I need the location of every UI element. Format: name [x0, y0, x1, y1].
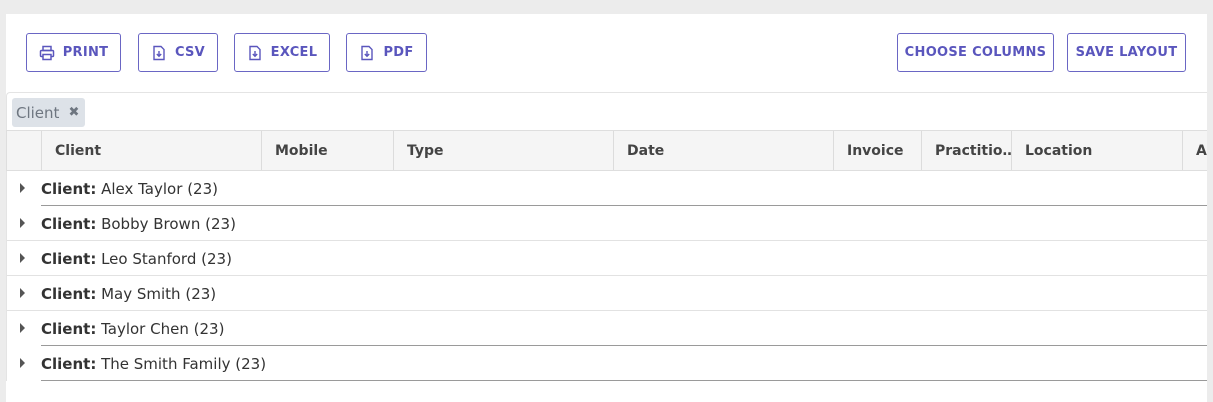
- excel-button[interactable]: EXCEL: [234, 33, 330, 72]
- column-header-mobile[interactable]: Mobile: [261, 131, 393, 170]
- column-header-location[interactable]: Location: [1011, 131, 1182, 170]
- file-export-icon: [153, 45, 165, 60]
- column-header-invoice[interactable]: Invoice: [833, 131, 921, 170]
- save-layout-label: SAVE LAYOUT: [1075, 45, 1178, 60]
- grid-card: PRINT CSV EXCEL PDF CHOOSE COLUMNS SAVE …: [6, 14, 1207, 402]
- toolbar: PRINT CSV EXCEL PDF CHOOSE COLUMNS SAVE …: [6, 14, 1207, 92]
- group-row-text: Client: Alex Taylor (23): [41, 179, 218, 198]
- group-rows: Client: Alex Taylor (23) Client: Bobby B…: [6, 171, 1207, 381]
- file-export-icon: [361, 45, 374, 60]
- group-row[interactable]: Client: The Smith Family (23): [7, 346, 1207, 381]
- group-by-panel: Client ✖: [6, 92, 1207, 130]
- group-row[interactable]: Client: May Smith (23): [7, 276, 1207, 311]
- group-chip-client[interactable]: Client ✖: [12, 98, 86, 127]
- caret-right-icon[interactable]: [20, 183, 25, 193]
- group-row-text: Client: Bobby Brown (23): [41, 214, 236, 233]
- group-row[interactable]: Client: Bobby Brown (23): [7, 206, 1207, 241]
- group-chip-label: Client: [16, 103, 60, 122]
- group-row[interactable]: Client: Leo Stanford (23): [7, 241, 1207, 276]
- choose-columns-label: CHOOSE COLUMNS: [904, 45, 1047, 60]
- print-button[interactable]: PRINT: [26, 33, 121, 72]
- pdf-label: PDF: [383, 45, 414, 60]
- column-header-practitioner[interactable]: Practitio…: [921, 131, 1011, 170]
- column-header-client[interactable]: Client: [41, 131, 261, 170]
- column-header-truncated[interactable]: A: [1182, 131, 1208, 170]
- caret-right-icon[interactable]: [20, 218, 25, 228]
- excel-label: EXCEL: [270, 45, 318, 60]
- save-layout-button[interactable]: SAVE LAYOUT: [1067, 33, 1186, 72]
- caret-right-icon[interactable]: [20, 323, 25, 333]
- printer-icon: [39, 45, 54, 60]
- caret-right-icon[interactable]: [20, 288, 25, 298]
- csv-button[interactable]: CSV: [138, 33, 218, 72]
- choose-columns-button[interactable]: CHOOSE COLUMNS: [897, 33, 1054, 72]
- group-row-text: Client: The Smith Family (23): [41, 354, 267, 373]
- csv-label: CSV: [174, 45, 206, 60]
- caret-right-icon[interactable]: [20, 253, 25, 263]
- group-row-text: Client: May Smith (23): [41, 284, 217, 303]
- caret-right-icon[interactable]: [20, 358, 25, 368]
- group-row[interactable]: Client: Taylor Chen (23): [7, 311, 1207, 346]
- group-row-text: Client: Leo Stanford (23): [41, 249, 232, 268]
- column-header-date[interactable]: Date: [613, 131, 833, 170]
- pdf-button[interactable]: PDF: [346, 33, 427, 72]
- group-row-text: Client: Taylor Chen (23): [41, 319, 225, 338]
- column-header-type[interactable]: Type: [393, 131, 613, 170]
- print-label: PRINT: [62, 45, 109, 60]
- column-header-row: Client Mobile Type Date Invoice Practiti…: [6, 130, 1207, 171]
- close-icon[interactable]: ✖: [68, 105, 79, 120]
- group-row[interactable]: Client: Alex Taylor (23): [7, 171, 1207, 206]
- file-export-icon: [248, 45, 261, 60]
